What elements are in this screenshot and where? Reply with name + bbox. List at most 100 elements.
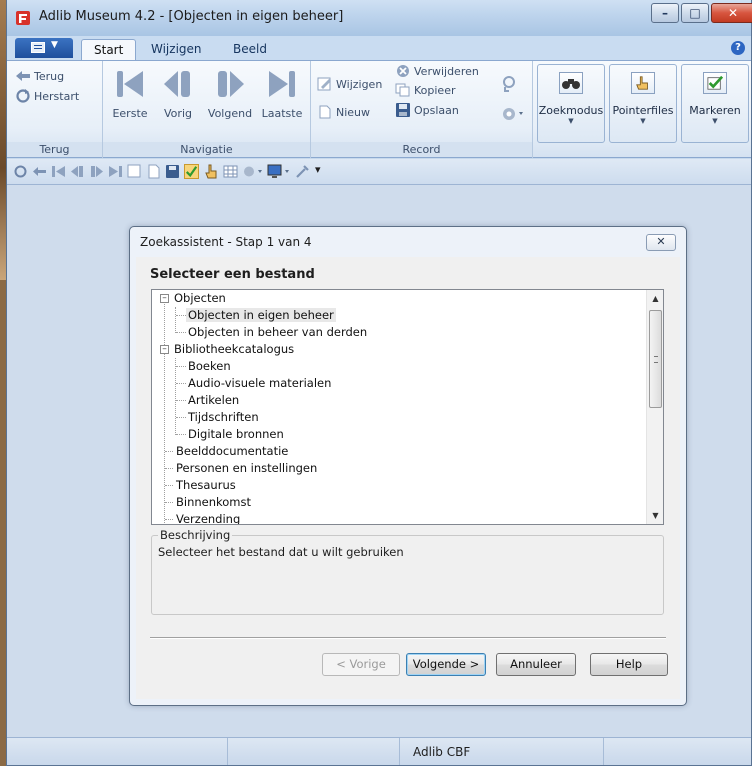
dialog-heading: Selecteer een bestand	[150, 267, 315, 282]
kopieer-button[interactable]: Kopieer	[395, 83, 456, 97]
zoekmodus-button[interactable]: Zoekmodus ▼	[537, 64, 605, 143]
previous-button[interactable]: < Vorige	[322, 653, 400, 676]
eerste-label: Eerste	[112, 107, 148, 120]
tree-item-label: Digitale bronnen	[188, 427, 284, 441]
tree-connector	[164, 302, 165, 524]
tree-connector	[176, 332, 186, 333]
maximize-icon: □	[689, 6, 701, 20]
tree-item-thesaurus[interactable]: Thesaurus	[174, 477, 238, 494]
next-button[interactable]: Volgende >	[406, 653, 486, 676]
tree-item-boeken[interactable]: Boeken	[186, 358, 233, 375]
status-text: Adlib CBF	[413, 745, 471, 759]
tree-item-tijdschriften[interactable]: Tijdschriften	[186, 409, 261, 426]
application-menu-button[interactable]: ▼	[15, 38, 73, 58]
volgend-button[interactable]: Volgend	[207, 67, 253, 120]
tree-item-personen-en-instellingen[interactable]: Personen en instellingen	[174, 460, 319, 477]
wijzigen-button[interactable]: Wijzigen	[317, 77, 382, 91]
back-arrow-icon[interactable]	[32, 164, 47, 179]
pointer-hand-icon	[631, 72, 655, 94]
group-label-navigatie: Navigatie	[103, 142, 310, 157]
first-record-icon[interactable]	[51, 164, 66, 179]
scroll-up-icon[interactable]: ▲	[647, 290, 663, 307]
tree-item-digitale-bronnen[interactable]: Digitale bronnen	[186, 426, 286, 443]
tab-start[interactable]: Start	[81, 39, 137, 60]
collapse-icon[interactable]: –	[160, 294, 169, 303]
description-label: Beschrijving	[158, 528, 233, 542]
scrollbar-thumb[interactable]	[649, 310, 662, 408]
description-box: Beschrijving Selecteer het bestand dat u…	[151, 528, 664, 615]
laatste-button[interactable]: Laatste	[259, 67, 305, 120]
tree-item-label: Beelddocumentatie	[176, 444, 289, 458]
restart-icon[interactable]	[13, 164, 28, 179]
tree-connector	[165, 451, 173, 452]
save-icon[interactable]	[165, 164, 180, 179]
tree-scrollbar[interactable]: ▲ ▼	[646, 290, 663, 524]
close-window-button[interactable]: ✕	[711, 3, 752, 23]
table-icon[interactable]	[223, 164, 238, 179]
status-divider	[227, 738, 228, 765]
tab-beeld[interactable]: Beeld	[221, 39, 279, 60]
tree-item-objecten-in-eigen-beheer[interactable]: Objecten in eigen beheer	[186, 307, 336, 324]
checkmark-icon[interactable]	[184, 164, 199, 179]
tab-wijzigen[interactable]: Wijzigen	[139, 39, 214, 60]
tree-item-artikelen[interactable]: Artikelen	[186, 392, 241, 409]
verwijderen-button[interactable]: Verwijderen	[395, 64, 479, 78]
scroll-down-icon[interactable]: ▼	[647, 507, 663, 524]
pointer-hand-icon[interactable]	[204, 164, 219, 179]
menu-icon	[31, 42, 45, 53]
tree-item-objecten-in-beheer-van-derden[interactable]: Objecten in beheer van derden	[186, 324, 369, 341]
terug-button[interactable]: Terug	[15, 69, 64, 83]
new-document-icon[interactable]	[146, 164, 161, 179]
monitor-icon[interactable]	[267, 164, 291, 179]
cancel-button[interactable]: Annuleer	[496, 653, 576, 676]
record-options-icon[interactable]	[501, 105, 525, 123]
maximize-button[interactable]: □	[681, 3, 709, 23]
pointerfiles-button[interactable]: Pointerfiles ▼	[609, 64, 677, 143]
new-document-icon	[319, 105, 331, 119]
adlib-logo-icon	[16, 11, 30, 25]
herstart-button[interactable]: Herstart	[15, 89, 79, 103]
delete-icon	[397, 65, 409, 77]
help-button[interactable]: Help	[590, 653, 668, 676]
kopieer-label: Kopieer	[414, 83, 456, 97]
tree-connector	[175, 307, 176, 333]
tree-item-objecten[interactable]: – Objecten	[160, 290, 228, 307]
markeren-button[interactable]: Markeren ▼	[681, 64, 749, 143]
close-icon: ✕	[727, 6, 739, 20]
last-record-icon[interactable]	[108, 164, 123, 179]
tree-connector	[165, 485, 173, 486]
eerste-button[interactable]: Eerste	[107, 67, 153, 120]
tree-item-label: Personen en instellingen	[176, 461, 318, 475]
tools-icon[interactable]	[295, 164, 310, 179]
chevron-down-icon: ▼	[568, 117, 574, 125]
tree-item-beelddocumentatie[interactable]: Beelddocumentatie	[174, 443, 290, 460]
collapse-icon[interactable]: –	[160, 345, 169, 354]
help-icon[interactable]: ?	[731, 41, 745, 55]
customize-toolbar-icon[interactable]: ▾	[315, 163, 321, 176]
status-divider	[603, 738, 604, 765]
record-options-icon[interactable]	[242, 164, 264, 179]
tree-item-audio-visuele-materialen[interactable]: Audio-visuele materialen	[186, 375, 333, 392]
opslaan-button[interactable]: Opslaan	[395, 103, 459, 117]
group-label-terug: Terug	[7, 142, 102, 157]
edit-icon[interactable]	[127, 164, 142, 179]
minimize-button[interactable]: –	[651, 3, 679, 23]
binoculars-icon	[559, 72, 583, 94]
terug-label: Terug	[34, 69, 65, 83]
record-link-icon[interactable]	[501, 75, 519, 93]
database-tree[interactable]: – Objecten Objecten in eigen beheer Obje…	[151, 289, 664, 525]
nieuw-button[interactable]: Nieuw	[317, 105, 370, 119]
previous-record-icon[interactable]	[70, 164, 85, 179]
previous-record-icon	[164, 71, 190, 97]
verwijderen-label: Verwijderen	[414, 64, 479, 78]
vorig-button[interactable]: Vorig	[155, 67, 201, 120]
tree-item-label: Objecten	[174, 291, 226, 305]
wijzigen-label: Wijzigen	[336, 77, 383, 91]
tree-connector	[165, 502, 173, 503]
tree-item-bibliotheekcatalogus[interactable]: – Bibliotheekcatalogus	[160, 341, 296, 358]
tree-item-verzending[interactable]: Verzending	[174, 511, 242, 524]
dialog-close-button[interactable]: ✕	[646, 234, 676, 251]
tree-connector	[176, 434, 186, 435]
tree-item-binnenkomst[interactable]: Binnenkomst	[174, 494, 253, 511]
next-record-icon[interactable]	[89, 164, 104, 179]
